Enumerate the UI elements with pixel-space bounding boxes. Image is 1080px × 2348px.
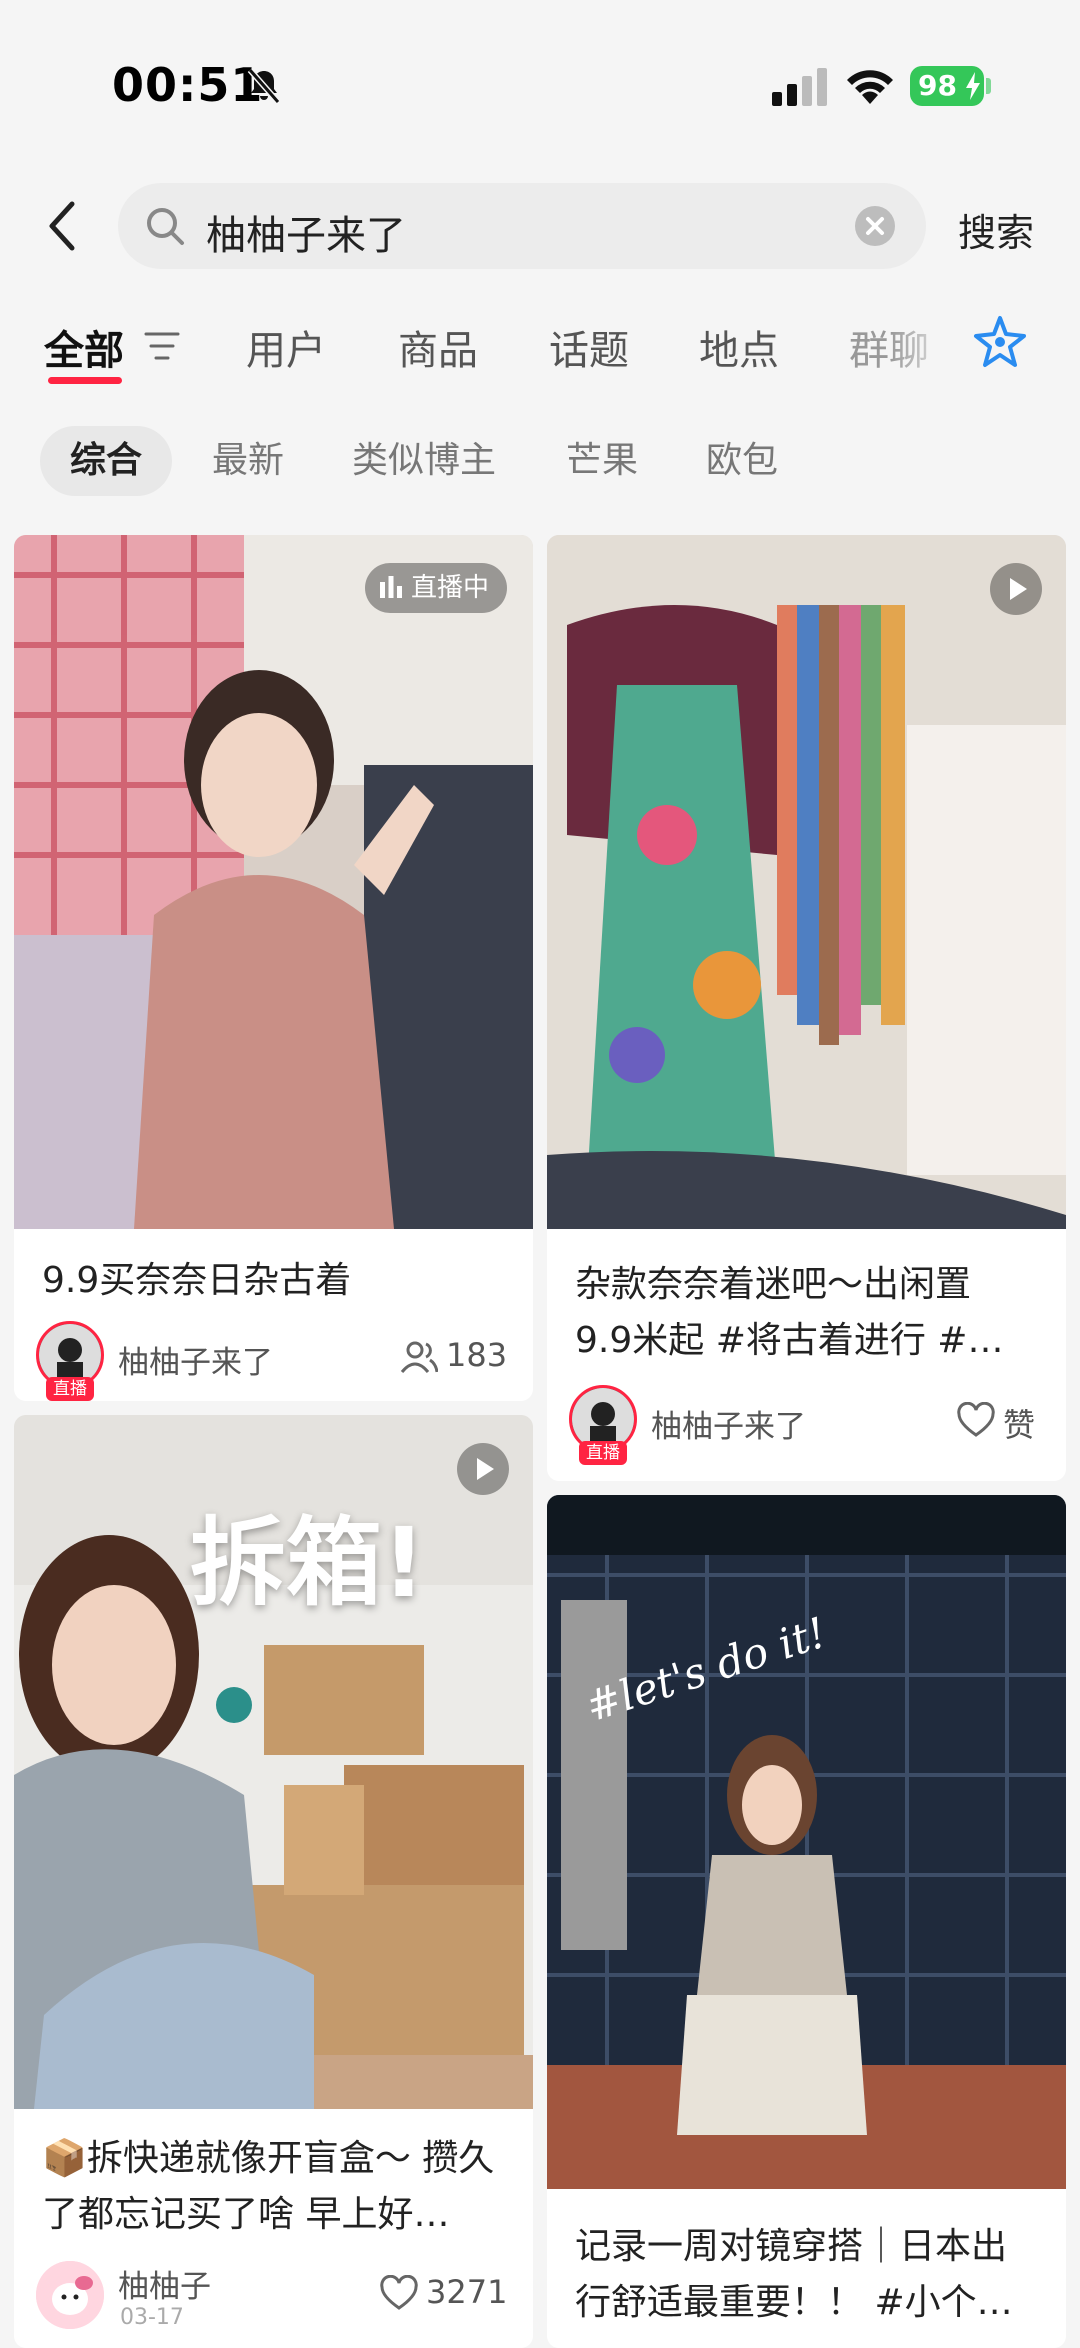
search-query-text: 柚柚子来了 bbox=[206, 213, 406, 259]
search-input[interactable]: 柚柚子来了 bbox=[118, 183, 926, 269]
battery-indicator: 98 bbox=[910, 66, 984, 106]
live-badge-text: 直播中 bbox=[410, 573, 489, 603]
like-count: 3271 bbox=[426, 2273, 508, 2311]
wifi-icon bbox=[847, 70, 893, 104]
tab-products[interactable]: 商品 bbox=[398, 318, 478, 376]
post-title[interactable]: 杂款奈奈着迷吧～出闲置 9.9米起 #将古着进行 #… bbox=[575, 1257, 1038, 1369]
chip-similar-bloggers[interactable]: 类似博主 bbox=[352, 426, 496, 496]
chip-european-bread[interactable]: 欧包 bbox=[706, 426, 778, 496]
feed-card[interactable]: 直播中 9.9买奈奈日杂古着 直播 柚柚子来了 183 bbox=[14, 535, 533, 1401]
cellular-signal-icon bbox=[772, 68, 827, 106]
author-name[interactable]: 柚柚子来了 bbox=[651, 1401, 806, 1446]
battery-level: 98 bbox=[918, 69, 957, 102]
avatar[interactable] bbox=[36, 2261, 104, 2329]
video-play-icon bbox=[990, 563, 1042, 615]
avatar-image bbox=[36, 2261, 104, 2329]
live-status-badge: 直播中 bbox=[364, 563, 507, 613]
live-tag: 直播 bbox=[46, 1377, 94, 1401]
post-title[interactable]: 📦拆快递就像开盲盒～ 攒久了都忘记买了啥 早上好… bbox=[42, 2131, 505, 2243]
charging-bolt-icon bbox=[966, 72, 980, 100]
status-bar: 00:51 98 bbox=[0, 0, 1080, 170]
post-title[interactable]: 记录一周对镜穿搭｜日本出行舒适最重要！！ #小个… bbox=[575, 2219, 1038, 2331]
clear-icon[interactable] bbox=[854, 205, 896, 247]
feed-card[interactable]: 杂款奈奈着迷吧～出闲置 9.9米起 #将古着进行 #… 直播 柚柚子来了 赞 bbox=[547, 535, 1066, 1481]
status-time: 00:51 bbox=[112, 58, 264, 112]
author-name[interactable]: 柚柚子 bbox=[118, 2261, 211, 2306]
heart-icon[interactable] bbox=[380, 2275, 418, 2313]
ai-star-icon[interactable] bbox=[970, 312, 1030, 372]
filter-icon[interactable] bbox=[142, 328, 182, 364]
feed-card[interactable]: 拆箱! 📦拆快递就像开盲盒～ 攒久了都忘记买了啥 早上好… 柚柚子 03-17 … bbox=[14, 1415, 533, 2348]
live-tag: 直播 bbox=[579, 1441, 627, 1465]
active-tab-indicator bbox=[48, 377, 122, 384]
tabs-fade-overlay bbox=[890, 310, 960, 380]
tab-all[interactable]: 全部 bbox=[44, 318, 124, 376]
video-play-icon bbox=[457, 1443, 509, 1495]
back-chevron-icon[interactable] bbox=[44, 198, 84, 254]
like-label[interactable]: 赞 bbox=[1003, 1400, 1035, 1446]
chip-mango[interactable]: 芒果 bbox=[566, 426, 638, 496]
viewers-icon bbox=[400, 1341, 438, 1373]
author-name[interactable]: 柚柚子来了 bbox=[118, 1337, 273, 1382]
post-cover-image[interactable] bbox=[14, 535, 533, 1229]
search-icon bbox=[147, 208, 184, 245]
post-cover-image[interactable] bbox=[547, 1495, 1066, 2189]
tab-users[interactable]: 用户 bbox=[246, 318, 326, 376]
bell-muted-icon bbox=[247, 68, 281, 104]
live-bars-icon bbox=[379, 576, 402, 598]
chip-latest[interactable]: 最新 bbox=[212, 426, 284, 496]
heart-icon[interactable] bbox=[957, 1402, 995, 1440]
battery-cap bbox=[986, 78, 991, 94]
tab-places[interactable]: 地点 bbox=[699, 318, 779, 376]
search-button[interactable]: 搜索 bbox=[958, 202, 1034, 257]
tab-topics[interactable]: 话题 bbox=[549, 318, 629, 376]
post-cover-image[interactable] bbox=[547, 535, 1066, 1229]
post-title[interactable]: 9.9买奈奈日杂古着 bbox=[42, 1253, 505, 1309]
viewer-count: 183 bbox=[446, 1336, 508, 1374]
chip-comprehensive[interactable]: 综合 bbox=[40, 426, 173, 496]
feed-card[interactable]: #let's do it! 记录一周对镜穿搭｜日本出行舒适最重要！！ #小个… bbox=[547, 1495, 1066, 2348]
overlay-text: 拆箱! bbox=[190, 1507, 426, 1619]
post-date: 03-17 bbox=[120, 2305, 184, 2330]
